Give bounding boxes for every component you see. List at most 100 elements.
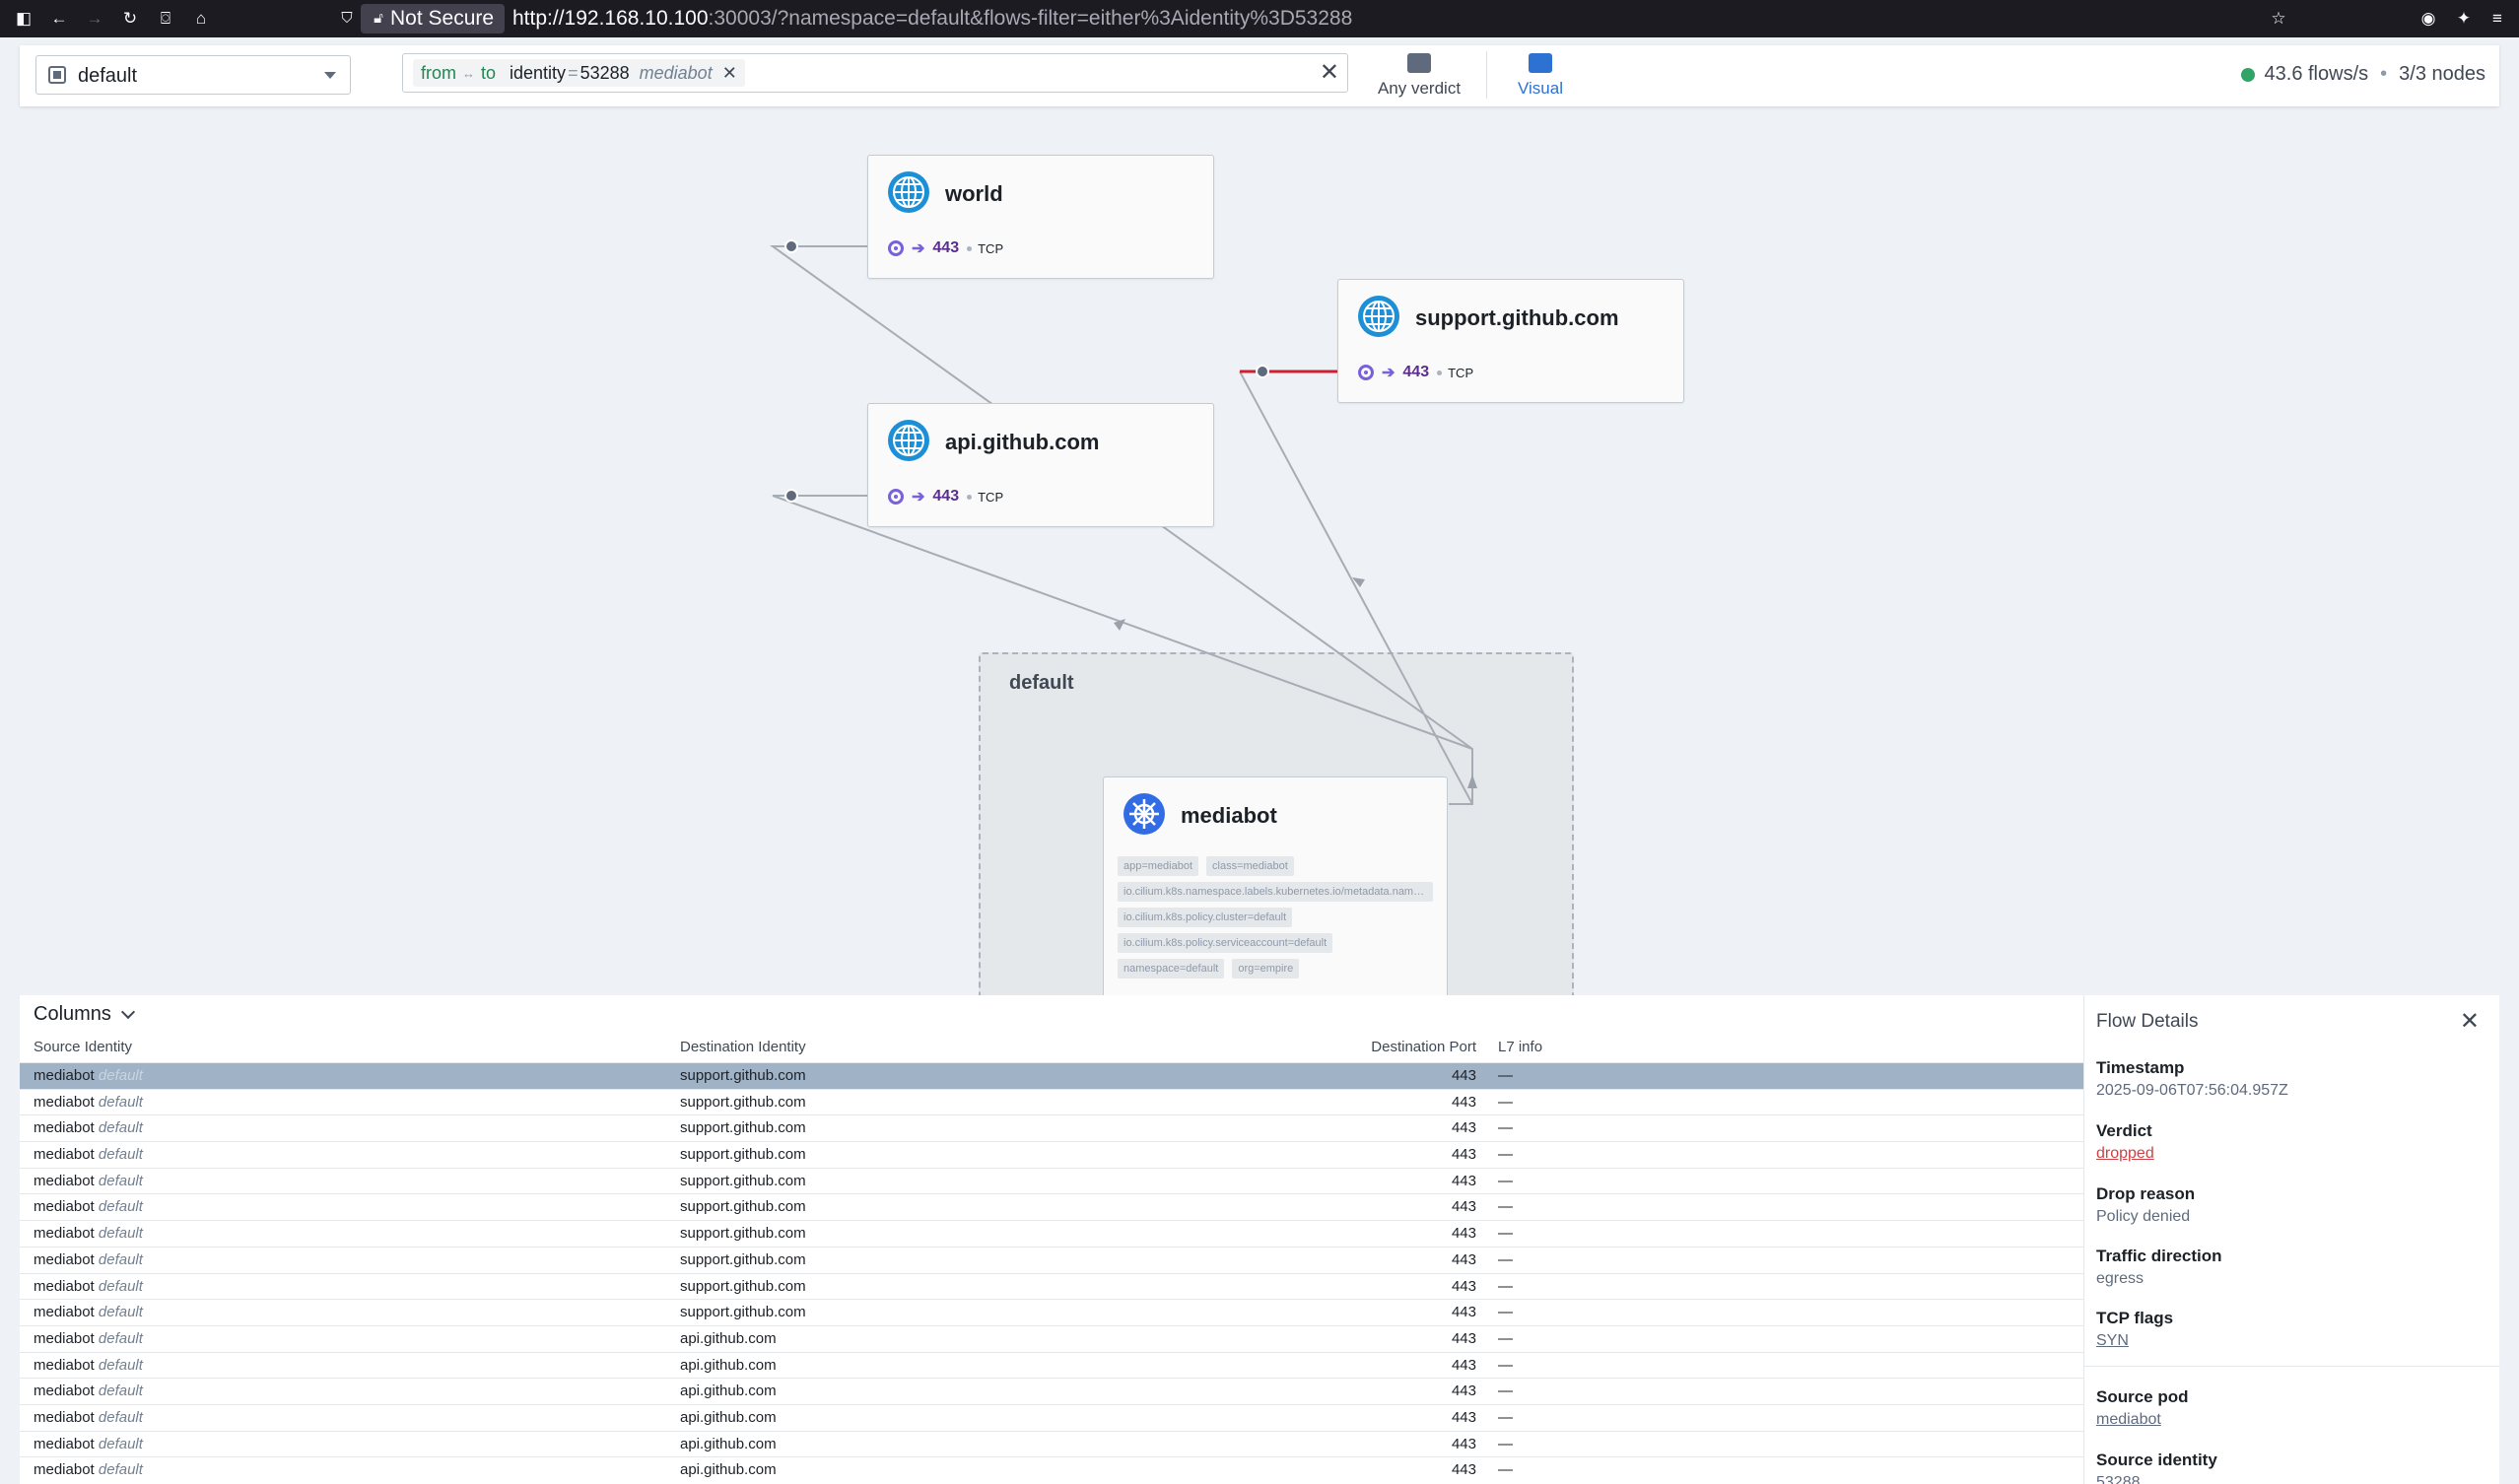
field-source-identity: Source identity 53288 [2096, 1450, 2217, 1484]
flows-rate: 43.6 flows/s [2264, 63, 2369, 85]
cell-source-identity: mediabot default [34, 1326, 143, 1352]
table-row[interactable]: mediabot default support.github.com 443 — [20, 1299, 2083, 1325]
table-row[interactable]: mediabot default api.github.com 443 — [20, 1430, 2083, 1457]
source-name: mediabot [34, 1277, 95, 1295]
cell-l7-info: — [1498, 1461, 1513, 1479]
cell-destination-port: 443 [1451, 1172, 1476, 1189]
table-row[interactable]: mediabot default support.github.com 443 — [20, 1246, 2083, 1273]
table-row[interactable]: mediabot default support.github.com 443 — [20, 1220, 2083, 1247]
source-identity-link[interactable]: 53288 [2096, 1474, 2217, 1484]
cell-source-identity: mediabot default [34, 1379, 143, 1404]
cell-source-identity: mediabot default [34, 1090, 143, 1115]
tcp-flags-link[interactable]: SYN [2096, 1332, 2173, 1350]
port-number: 443 [932, 239, 960, 256]
table-row[interactable]: mediabot default api.github.com 443 — [20, 1324, 2083, 1352]
bookmark-star-icon[interactable]: ☆ [2269, 9, 2288, 29]
field-value: egress [2096, 1270, 2145, 1287]
verdict-button[interactable]: Any verdict [1372, 49, 1466, 102]
header-source-identity[interactable]: Source Identity [34, 1039, 132, 1055]
port-row[interactable]: ➔ 443 TCP [1358, 363, 1473, 382]
not-secure-label: Not Secure [390, 7, 495, 30]
source-name: mediabot [34, 1225, 95, 1243]
account-icon[interactable]: ◉ [2418, 9, 2438, 29]
cell-destination-port: 443 [1451, 1119, 1476, 1137]
home-icon[interactable]: ⌂ [191, 9, 211, 29]
visual-button[interactable]: Visual [1506, 49, 1575, 102]
cell-source-identity: mediabot default [34, 1353, 143, 1379]
service-map[interactable]: default world ➔ 443 TCP support.github.c… [0, 108, 2519, 1106]
cell-source-identity: mediabot default [34, 1169, 143, 1194]
card-title: support.github.com [1415, 305, 1619, 330]
field-label: Timestamp [2096, 1058, 2185, 1077]
service-card-api-github[interactable]: api.github.com ➔ 443 TCP [867, 403, 1214, 527]
header-l7-info[interactable]: L7 info [1498, 1039, 1542, 1055]
port-row[interactable]: ➔ 443 TCP [888, 487, 1003, 506]
table-row[interactable]: mediabot default support.github.com 443 — [20, 1141, 2083, 1168]
table-row[interactable]: mediabot default support.github.com 443 — [20, 1167, 2083, 1194]
menu-icon[interactable]: ≡ [2487, 9, 2507, 29]
source-namespace: default [98, 1435, 143, 1452]
source-name: mediabot [34, 1119, 95, 1137]
cell-destination-identity: support.github.com [680, 1093, 806, 1111]
table-header: Source Identity Destination Identity Des… [20, 1039, 2083, 1062]
table-row[interactable]: mediabot default support.github.com 443 — [20, 1062, 2083, 1089]
header-destination-port[interactable]: Destination Port [1104, 1039, 1476, 1055]
cell-l7-info: — [1498, 1277, 1513, 1295]
cell-l7-info: — [1498, 1250, 1513, 1268]
cell-l7-info: — [1498, 1383, 1513, 1400]
cell-source-identity: mediabot default [34, 1248, 143, 1273]
service-card-world[interactable]: world ➔ 443 TCP [867, 155, 1214, 279]
cell-l7-info: — [1498, 1119, 1513, 1137]
source-name: mediabot [34, 1383, 95, 1400]
edge-support-github [1239, 371, 1473, 805]
clear-filter-icon[interactable]: ✕ [1320, 60, 1339, 86]
cell-destination-port: 443 [1451, 1329, 1476, 1347]
close-icon[interactable]: ✕ [2460, 1007, 2480, 1036]
cell-destination-port: 443 [1451, 1435, 1476, 1452]
namespace-select[interactable]: default [35, 55, 351, 95]
source-namespace: default [98, 1277, 143, 1295]
protocol: TCP [978, 489, 1004, 505]
filter-eq: = [568, 62, 579, 83]
source-name: mediabot [34, 1356, 95, 1374]
table-row[interactable]: mediabot default api.github.com 443 — [20, 1378, 2083, 1404]
table-row[interactable]: mediabot default support.github.com 443 — [20, 1272, 2083, 1300]
header-destination-identity[interactable]: Destination Identity [680, 1039, 806, 1055]
service-card-support-github[interactable]: support.github.com ➔ 443 TCP [1337, 279, 1684, 403]
protocol: TCP [1448, 365, 1474, 380]
source-namespace: default [98, 1408, 143, 1426]
endpoint-ring-icon [888, 240, 904, 256]
forward-icon[interactable]: → [85, 9, 104, 29]
table-row[interactable]: mediabot default api.github.com 443 — [20, 1456, 2083, 1483]
port-row[interactable]: ➔ 443 TCP [888, 238, 1003, 258]
remove-filter-icon[interactable]: ✕ [722, 63, 737, 84]
status-dot-icon [2240, 67, 2255, 82]
namespace-value: default [78, 65, 138, 87]
table-row[interactable]: mediabot default support.github.com 443 — [20, 1193, 2083, 1220]
url-bar[interactable]: http://192.168.10.100:30003/?namespace=d… [512, 6, 1352, 32]
table-row[interactable]: mediabot default support.github.com 443 — [20, 1088, 2083, 1115]
bidirectional-arrow-icon: ↔ [462, 65, 475, 81]
filter-tag[interactable]: from ↔ to identity = 53288 mediabot ✕ [413, 59, 745, 87]
back-icon[interactable]: ← [49, 9, 69, 29]
verdict-link[interactable]: dropped [2096, 1145, 2154, 1163]
sidebar-icon[interactable]: ◧ [14, 9, 34, 29]
columns-button[interactable]: Columns [34, 1003, 135, 1026]
field-traffic-direction: Traffic direction egress [2096, 1247, 2222, 1288]
source-pod-link[interactable]: mediabot [2096, 1411, 2189, 1429]
shield-icon[interactable]: ⛉ [337, 9, 357, 29]
cell-destination-port: 443 [1451, 1146, 1476, 1164]
separator-dot [967, 245, 973, 251]
table-row[interactable]: mediabot default api.github.com 443 — [20, 1351, 2083, 1379]
table-row[interactable]: mediabot default support.github.com 443 — [20, 1114, 2083, 1141]
globe-icon [1358, 296, 1399, 337]
extensions-icon[interactable]: ✦ [2454, 9, 2474, 29]
arrow-right-icon: ➔ [912, 489, 925, 506]
pod-title: mediabot [1181, 803, 1277, 828]
reload-icon[interactable]: ↻ [120, 9, 140, 29]
field-label: TCP flags [2096, 1309, 2174, 1327]
kubernetes-icon [1123, 793, 1165, 835]
screenshot-icon[interactable]: ⌼ [156, 9, 175, 29]
flows-filter-input[interactable]: from ↔ to identity = 53288 mediabot ✕ ✕ [402, 53, 1348, 93]
table-row[interactable]: mediabot default api.github.com 443 — [20, 1403, 2083, 1431]
